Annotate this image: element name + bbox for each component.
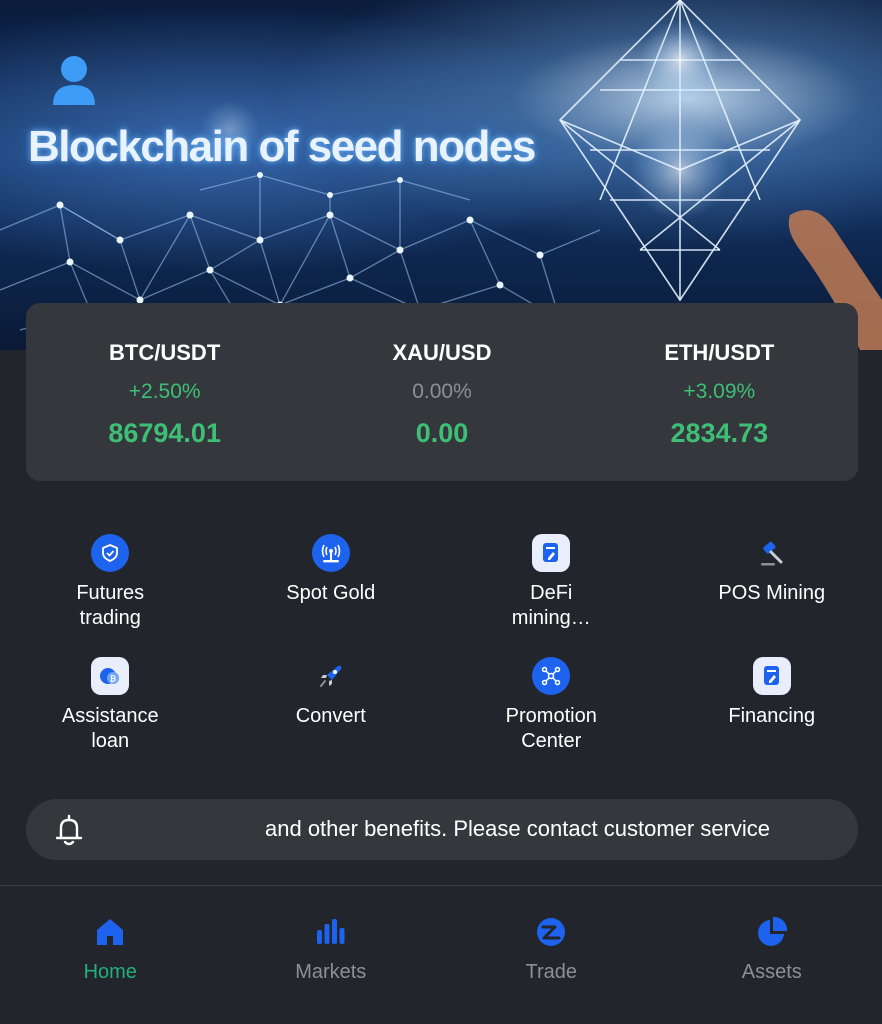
menu-item-label: Assistance loan [61, 705, 159, 752]
ticker-price: 2834.73 [670, 418, 769, 448]
announcement-text: and other benefits. Please contact custo… [265, 816, 771, 841]
menu-item-label: DeFi mining… [511, 582, 591, 629]
announcement-bar[interactable]: and other benefits. Please contact custo… [26, 799, 858, 860]
ticker-change: 0.00% [412, 380, 472, 403]
ticker-btc-usdt[interactable]: BTC/USDT +2.50% 86794.01 [26, 303, 303, 481]
nav-label: Assets [741, 961, 802, 983]
hero-banner: Blockchain of seed nodes [0, 0, 882, 350]
network-icon [532, 657, 571, 695]
bell-icon [55, 814, 83, 846]
document-edit-icon [752, 657, 791, 695]
bottom-navigation: Home Markets Trade Assets [0, 885, 882, 1024]
user-profile-icon[interactable] [52, 55, 96, 105]
menu-item-label: Spot Gold [286, 582, 376, 604]
quick-menu: Futures trading Spot Gold DeFi mining… P… [0, 534, 882, 754]
bar-chart-icon [316, 919, 345, 944]
pie-chart-icon [757, 916, 787, 946]
ticker-price: 0.00 [415, 418, 469, 448]
ticker-xau-usd[interactable]: XAU/USD 0.00% 0.00 [303, 303, 580, 481]
banner-title: Blockchain of seed nodes [28, 122, 536, 171]
home-icon [97, 919, 124, 945]
menu-item-pos-mining[interactable]: POS Mining [662, 534, 882, 631]
hammer-icon [753, 534, 791, 572]
nav-label: Home [83, 961, 137, 983]
nav-label: Markets [295, 961, 367, 983]
network-background-image [0, 0, 882, 350]
ticker-change: +3.09% [683, 380, 756, 403]
ticker-eth-usdt[interactable]: ETH/USDT +3.09% 2834.73 [581, 303, 858, 481]
nav-markets[interactable]: Markets [221, 886, 442, 1024]
nav-label: Trade [525, 961, 577, 983]
nav-trade[interactable]: Trade [441, 886, 662, 1024]
menu-item-futures-trading[interactable]: Futures trading [0, 534, 220, 631]
menu-item-label: Futures trading [76, 582, 145, 629]
menu-item-label: Convert [295, 705, 366, 727]
nav-assets[interactable]: Assets [662, 886, 882, 1024]
signal-icon [311, 534, 350, 572]
nav-home[interactable]: Home [0, 886, 221, 1024]
ticker-pair: BTC/USDT [109, 340, 221, 365]
menu-item-financing[interactable]: Financing [662, 657, 882, 754]
ticker-price: 86794.01 [108, 418, 221, 448]
ticker-pair: ETH/USDT [664, 340, 775, 365]
ticker-pair: XAU/USD [392, 340, 492, 365]
menu-item-promotion-center[interactable]: Promotion Center [441, 657, 661, 754]
shield-icon [91, 534, 130, 572]
menu-item-convert[interactable]: Convert [221, 657, 441, 754]
menu-item-label: Financing [728, 705, 816, 727]
ticker-change: +2.50% [128, 380, 201, 403]
svg-text:₿: ₿ [110, 675, 117, 684]
menu-item-assistance-loan[interactable]: ₿ Assistance loan [0, 657, 220, 754]
menu-item-defi-mining[interactable]: DeFi mining… [441, 534, 661, 631]
market-ticker-card: BTC/USDT +2.50% 86794.01 XAU/USD 0.00% 0… [26, 303, 858, 481]
menu-item-label: POS Mining [718, 582, 826, 604]
trade-icon [537, 918, 566, 946]
menu-item-spot-gold[interactable]: Spot Gold [221, 534, 441, 631]
coin-icon: ₿ [91, 657, 130, 695]
document-edit-icon [532, 534, 571, 572]
menu-item-label: Promotion Center [505, 705, 597, 752]
rocket-icon [312, 657, 350, 695]
